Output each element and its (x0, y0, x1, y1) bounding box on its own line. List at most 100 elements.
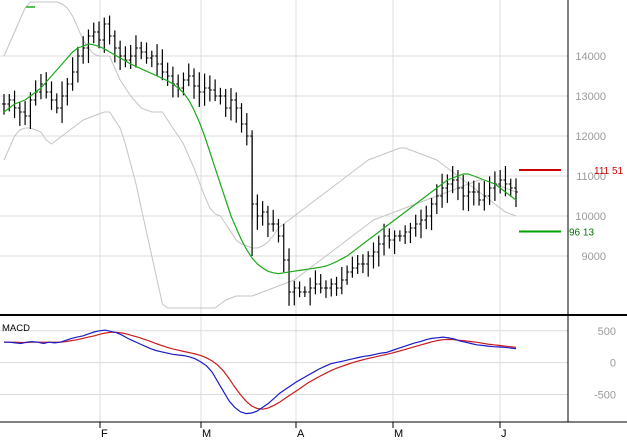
ohlc-bar (70, 57, 75, 91)
ohlc-bar (366, 251, 371, 277)
ohlc-bar (149, 50, 154, 68)
ohlc-bar (297, 281, 302, 298)
ohlc-bar (244, 113, 249, 146)
ohlc-bar (65, 77, 70, 106)
macd-tick-label: -500 (594, 390, 616, 402)
ohlc-bar (192, 68, 197, 99)
support-label: 96 13 (569, 227, 594, 238)
ohlc-bar (155, 44, 160, 76)
ma20-line (3, 43, 517, 275)
ohlc-bar (118, 40, 123, 70)
y-tick-label: 10000 (575, 211, 606, 223)
ohlc-bar (281, 223, 286, 273)
ohlc-bar (440, 173, 445, 208)
ohlc-bar (471, 180, 476, 206)
macd-title: MACD (2, 323, 30, 334)
ohlc-bar (329, 278, 334, 297)
grid-layer (0, 0, 568, 422)
ohlc-bar (345, 265, 350, 285)
ohlc-bar (23, 101, 28, 126)
macd-layer (4, 329, 517, 415)
ohlc-bar (207, 75, 212, 102)
ohlc-bar (418, 209, 423, 239)
ohlc-bar (60, 81, 65, 123)
ohlc-bar (271, 209, 276, 232)
ohlc-bar (91, 22, 96, 44)
ohlc-bar (223, 88, 228, 117)
ohlc-bar (308, 277, 313, 306)
ohlc-bar (318, 274, 323, 294)
ohlc-bar (170, 66, 175, 98)
y-tick-label: 12000 (575, 131, 606, 143)
ohlc-bar (508, 178, 513, 197)
y-tick-label: 13000 (575, 91, 606, 103)
ohlc-bar (466, 181, 471, 212)
y-tick-label: 14000 (575, 51, 606, 63)
ohlc-bar (128, 44, 133, 69)
ohlc-bar (413, 214, 418, 237)
ohlc-bar (477, 182, 482, 206)
ohlc-bar (112, 30, 117, 63)
ohlc-bar (75, 46, 80, 83)
x-month-label: A (297, 428, 305, 440)
ohlc-bar (202, 73, 207, 106)
y-tick-label: 9000 (582, 251, 606, 263)
ohlc-bar (514, 178, 518, 208)
macd-line (4, 329, 517, 415)
labels-layer: 90001000011000120001300014000111 5196 13… (2, 6, 624, 440)
ohlc-bar (165, 62, 170, 86)
ohlc-bar (371, 242, 376, 269)
ohlc-bar (81, 36, 86, 64)
ohlc-bar (176, 74, 181, 98)
ohlc-bar (498, 169, 503, 194)
ohlc-bar (429, 197, 434, 231)
ohlc-bar (408, 222, 413, 244)
ohlc-bar (387, 228, 392, 249)
ohlc-bar (239, 103, 244, 133)
frame-layer (0, 0, 627, 428)
ohlc-bar (123, 46, 128, 68)
x-month-label: F (101, 428, 108, 440)
ohlc-bar (350, 256, 355, 278)
ohlc-bar (323, 280, 328, 298)
levels-layer (519, 168, 561, 233)
bbands-layer (3, 1, 517, 309)
candles-layer (2, 15, 518, 306)
ohlc-bar (376, 235, 381, 267)
ohlc-bar (482, 181, 487, 211)
ohlc-bar (287, 248, 292, 306)
ohlc-bar (313, 270, 318, 295)
ohlc-bar (360, 254, 365, 274)
ohlc-bar (339, 266, 344, 295)
ohlc-bar (144, 42, 149, 64)
ohlc-bar (397, 230, 402, 242)
macd-signal-line (4, 331, 517, 410)
x-month-label: M (394, 428, 403, 440)
ohlc-bar (302, 286, 307, 298)
macd-tick-label: 0 (610, 358, 616, 370)
ohlc-bar (334, 276, 339, 296)
ohlc-bar (17, 102, 22, 126)
ohlc-bar (218, 87, 223, 105)
ma20-layer (3, 43, 517, 275)
x-month-label: M (202, 428, 211, 440)
x-month-label: J (501, 428, 507, 440)
ohlc-bar (255, 194, 260, 230)
ohlc-bar (213, 79, 218, 102)
ohlc-bar (107, 15, 112, 45)
ohlc-bar (234, 92, 239, 123)
ohlc-bar (461, 175, 466, 211)
ohlc-bar (228, 88, 233, 121)
ohlc-bar (445, 174, 450, 203)
ohlc-bar (133, 35, 138, 68)
ohlc-bar (160, 49, 165, 81)
chart-stage: 9000 10000 11000 12000 13000 14000 111 51 96 13… (0, 0, 627, 440)
bband-lower-line (3, 111, 517, 309)
ohlc-bar (424, 205, 429, 230)
ohlc-bar (355, 255, 360, 274)
ohlc-bar (260, 201, 265, 226)
resistance-label: 111 51 (594, 166, 624, 177)
ohlc-bar (44, 72, 49, 99)
macd-tick-label: 500 (598, 326, 616, 338)
ohlc-bar (186, 63, 191, 87)
